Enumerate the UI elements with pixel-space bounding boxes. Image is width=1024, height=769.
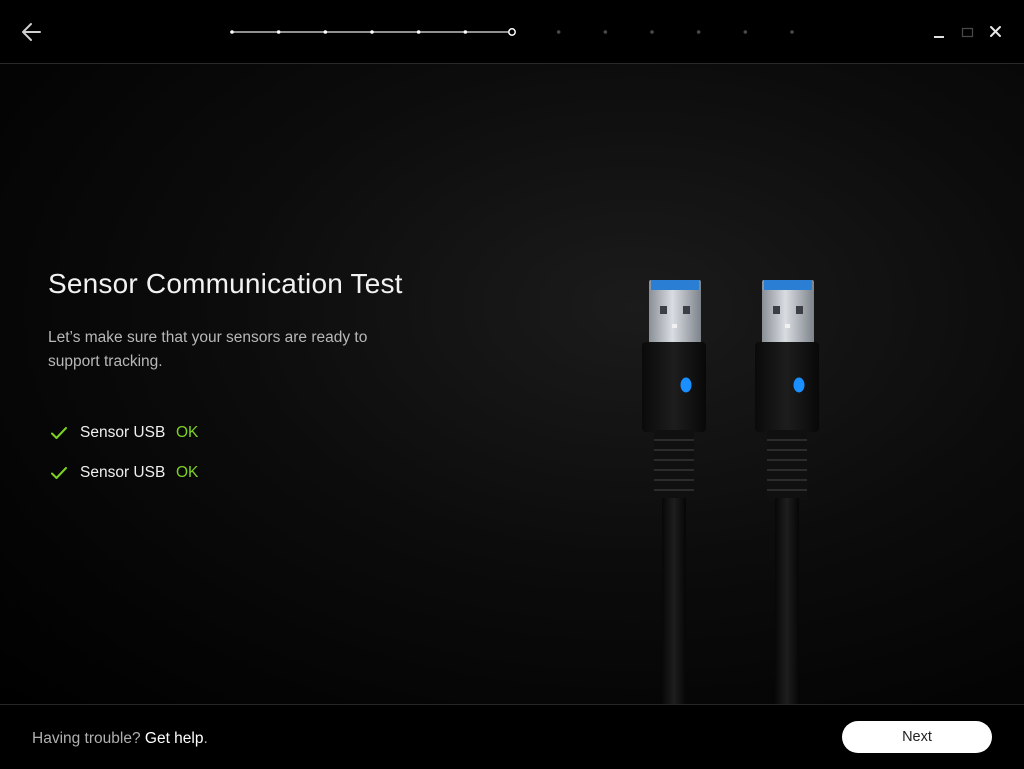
progress-step-pending: [790, 30, 794, 34]
progress-step-pending: [696, 30, 701, 34]
status-label: Sensor USB: [80, 464, 166, 481]
close-icon: [990, 26, 1001, 37]
maximize-icon: [961, 27, 974, 38]
progress-step-pending: [743, 30, 748, 34]
footer: Having trouble? Get help. Next: [0, 704, 1024, 769]
page-description: Let’s make sure that your sensors are re…: [48, 329, 368, 370]
setup-progress-indicator: [230, 28, 794, 36]
minimize-icon: [934, 36, 944, 38]
get-help-link[interactable]: Get help: [145, 730, 204, 747]
status-value: OK: [176, 424, 199, 441]
main-content: Sensor Communication Test Let’s make sur…: [0, 64, 1024, 704]
progress-step-pending: [603, 30, 608, 34]
progress-step-current: [508, 28, 516, 36]
status-value: OK: [176, 464, 199, 481]
checkmark-icon: [51, 427, 67, 439]
help-prompt: Having trouble?: [32, 730, 141, 747]
progress-step-complete: [463, 30, 468, 34]
minimize-button[interactable]: [930, 20, 950, 44]
usb-cables-illustration: [641, 279, 820, 704]
page-title: Sensor Communication Test: [48, 268, 403, 299]
help-suffix: .: [203, 730, 208, 747]
title-bar: [0, 0, 1024, 64]
maximize-button[interactable]: [958, 20, 978, 44]
progress-step-complete: [323, 30, 328, 34]
progress-step-complete: [416, 30, 421, 34]
window-controls: [916, 20, 1006, 44]
progress-step-complete: [230, 30, 234, 34]
help-text: Having trouble? Get help.: [32, 730, 208, 748]
progress-step-complete: [276, 30, 281, 34]
progress-step-pending: [556, 30, 561, 34]
progress-step-complete: [370, 30, 374, 34]
close-button[interactable]: [986, 20, 1006, 44]
checkmark-icon: [51, 467, 67, 479]
next-button[interactable]: Next: [842, 721, 992, 753]
progress-step-pending: [650, 30, 654, 34]
status-label: Sensor USB: [80, 424, 166, 441]
